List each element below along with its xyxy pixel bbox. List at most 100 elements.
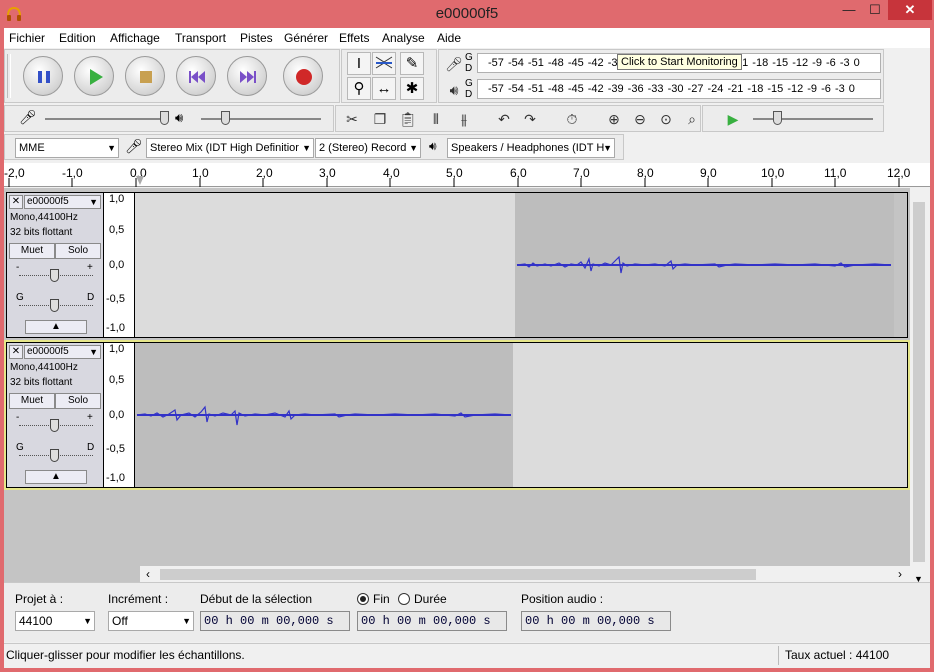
play-meter-button[interactable]: 🔊︎ [442,78,466,102]
selection-start-label: Début de la sélection [200,592,313,606]
close-icon: ✕ [11,346,21,357]
snap-to-select[interactable]: Off ▼ [108,611,194,631]
play-at-speed-button[interactable]: ▶ [721,107,745,131]
selection-tool[interactable]: I [347,52,371,75]
pan-thumb[interactable] [50,449,59,462]
status-bar: Cliquer-glisser pour modifier les échant… [4,643,930,668]
audio-clip[interactable] [515,193,894,337]
fit-selection-button[interactable]: ⊙ [654,107,678,131]
pan-thumb[interactable] [50,299,59,312]
audio-position-time[interactable]: 00 h 00 m 00,000 s [521,611,671,631]
track-empty-region[interactable] [135,193,515,337]
input-volume-slider[interactable] [45,118,167,120]
menu-effets[interactable]: Effets [339,31,369,45]
track-control-panel: ✕ e00000f5 ▼ Mono,44100Hz 32 bits flottan… [7,343,103,487]
zoom-tool[interactable]: ⚲ [347,77,371,100]
horizontal-scrollbar[interactable]: ‹ › [140,566,910,582]
playback-device-value: Speakers / Headphones (IDT H [451,142,605,154]
play-meter-g-label: G [465,78,473,89]
zoom-out-button[interactable]: ⊖ [628,107,652,131]
chevron-down-icon: ▼ [107,143,116,153]
playhead-marker-icon[interactable] [135,176,145,186]
solo-button[interactable]: Solo [55,393,101,409]
scale-label: 0,5 [109,374,125,386]
menu-analyse[interactable]: Analyse [382,31,425,45]
fit-selection-icon: ⊙ [660,111,672,127]
draw-tool[interactable]: ✎ [400,52,424,75]
menu-generer[interactable]: Générer [284,31,328,45]
record-meter-button[interactable]: 🎤︎ [442,52,466,76]
pause-button[interactable] [23,56,63,96]
vertical-scale[interactable]: 1,0 0,5 0,0 -0,5 -1,0 [104,193,134,337]
audio-position-label: Position audio : [521,592,604,606]
play-button[interactable] [74,56,114,96]
copy-button[interactable]: ❐ [368,107,392,131]
microphone-icon: 🎤︎ [445,56,463,72]
cut-button[interactable]: ✂ [340,107,364,131]
zoom-in-button[interactable]: ⊕ [602,107,626,131]
project-rate-select[interactable]: 44100 ▼ [15,611,95,631]
audio-host-select[interactable]: MME ▼ [15,138,119,158]
skip-to-start-button[interactable] [176,56,216,96]
scroll-left-icon[interactable]: ‹ [146,567,150,581]
menu-edition[interactable]: Edition [59,31,96,45]
stop-button[interactable] [125,56,165,96]
trim-button[interactable]: ⫴ [424,107,448,131]
track-empty-region[interactable] [513,343,907,487]
solo-button[interactable]: Solo [55,243,101,259]
length-radio[interactable] [398,593,410,605]
play-level-meter[interactable]: -57 -54 -51 -48 -45 -42 -39 -36 -33 -30 … [477,79,881,99]
collapse-track-button[interactable]: ▲ [25,470,87,484]
track-close-button[interactable]: ✕ [9,195,23,209]
track-close-button[interactable]: ✕ [9,345,23,359]
record-button[interactable] [283,56,323,96]
skip-to-end-button[interactable] [227,56,267,96]
waveform [136,405,512,426]
track-name-menu[interactable]: e00000f5 ▼ [24,345,101,359]
horizontal-scroll-thumb[interactable] [160,569,756,580]
gain-thumb[interactable] [50,269,59,282]
audio-clip[interactable] [135,343,513,487]
playback-device-select[interactable]: Speakers / Headphones (IDT H ▼ [447,138,615,158]
play-speed-thumb[interactable] [773,111,782,125]
maximize-button[interactable]: ☐ [862,0,888,20]
mute-button[interactable]: Muet [9,243,55,259]
selection-end-time[interactable]: 00 h 00 m 00,000 s [357,611,507,631]
vertical-scroll-thumb[interactable] [913,202,925,562]
envelope-tool[interactable] [372,52,396,75]
track-name-menu[interactable]: e00000f5 ▼ [24,195,101,209]
toolbar-grip[interactable] [7,54,11,98]
menu-fichier[interactable]: Fichier [9,31,45,45]
menu-affichage[interactable]: Affichage [110,31,160,45]
redo-button[interactable]: ↷ [518,107,542,131]
selection-start-time[interactable]: 00 h 00 m 00,000 s [200,611,350,631]
scale-label: -1,0 [106,472,125,484]
end-radio[interactable] [357,593,369,605]
recording-channels-select[interactable]: 2 (Stereo) Record ▼ [315,138,421,158]
sync-lock-button[interactable]: ⏱︎ [560,107,584,131]
menu-aide[interactable]: Aide [437,31,461,45]
close-button[interactable]: ✕ [888,0,932,20]
time-shift-tool[interactable]: ↔ [372,77,396,100]
scroll-right-icon[interactable]: › [898,567,902,581]
mute-button[interactable]: Muet [9,393,55,409]
menu-pistes[interactable]: Pistes [240,31,273,45]
input-volume-thumb[interactable] [160,111,169,125]
fit-project-button[interactable]: ⌕ [680,107,704,131]
output-volume-thumb[interactable] [221,111,230,125]
skip-start-icon [189,71,205,83]
collapse-track-button[interactable]: ▲ [25,320,87,334]
gain-thumb[interactable] [50,419,59,432]
play-speed-slider[interactable] [753,118,873,120]
silence-button[interactable]: ⫵ [452,107,476,131]
vertical-scrollbar[interactable]: ▼ [911,188,927,592]
timeline-ruler[interactable]: -2,0 -1,0 0,0 1,0 2,0 3,0 4,0 5,0 6,0 7,… [4,163,930,187]
output-volume-slider[interactable] [201,118,321,120]
paste-button[interactable]: 📋︎ [396,107,420,131]
vertical-scale[interactable]: 1,0 0,5 0,0 -0,5 -1,0 [104,343,134,487]
undo-button[interactable]: ↶ [492,107,516,131]
minimize-button[interactable]: — [836,0,862,20]
recording-device-select[interactable]: Stereo Mix (IDT High Definitior ▼ [146,138,314,158]
menu-transport[interactable]: Transport [175,31,226,45]
multi-tool[interactable]: ✱ [400,77,424,100]
